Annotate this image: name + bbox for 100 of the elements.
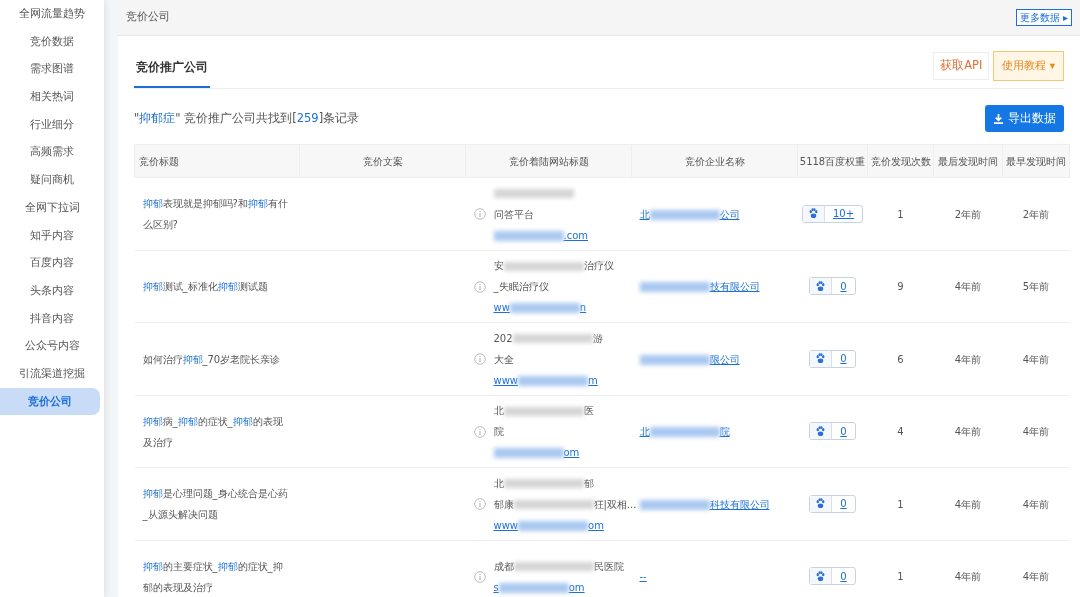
table-cell: 6 <box>867 322 934 396</box>
table-cell: 9 <box>867 250 934 323</box>
sidebar-item[interactable]: 竞价公司 <box>0 387 100 416</box>
column-header: 5118百度权重 <box>797 144 868 178</box>
landing-title: 问答平台 <box>493 208 534 220</box>
info-icon[interactable] <box>473 425 486 438</box>
weight-badge[interactable]: 0 <box>809 567 856 586</box>
landing-title: 大全 <box>493 353 514 365</box>
tab[interactable]: 竞价推广公司 <box>134 44 210 88</box>
redaction-mark <box>639 282 710 292</box>
paw-icon <box>815 570 827 582</box>
redaction-mark <box>639 499 710 510</box>
info-icon[interactable] <box>473 353 486 365</box>
weight-badge[interactable]: 0 <box>809 422 856 441</box>
sidebar-item[interactable]: 抖音内容 <box>0 304 104 333</box>
info-icon[interactable] <box>473 208 486 220</box>
info-icon[interactable] <box>473 570 486 583</box>
landing-url[interactable]: s <box>493 581 499 593</box>
paw-icon <box>815 353 827 365</box>
company-link[interactable]: 北 <box>639 426 650 437</box>
company-link[interactable]: 限公司 <box>709 353 740 365</box>
sidebar-item[interactable]: 百度内容 <box>0 249 104 277</box>
company-link[interactable]: 技有限公司 <box>709 281 760 292</box>
column-header: 最后发现时间 <box>933 144 1003 178</box>
sidebar-item[interactable]: 全网流量趋势 <box>0 0 104 28</box>
sidebar-item[interactable]: 公众号内容 <box>0 332 104 360</box>
sidebar-item[interactable]: 需求图谱 <box>0 55 104 84</box>
info-icon[interactable] <box>473 280 486 293</box>
download-icon <box>993 113 1004 125</box>
weight-badge[interactable]: 0 <box>809 494 856 513</box>
table-cell: 2年前 <box>1002 177 1070 251</box>
weight-badge[interactable]: 10+ <box>801 204 864 223</box>
landing-title: 治疗仪 <box>583 260 614 271</box>
landing-title: 北 <box>493 405 504 416</box>
redaction-mark <box>493 448 564 458</box>
landing-url[interactable]: m <box>588 374 598 386</box>
table-cell: 4 <box>867 395 934 468</box>
sidebar-item[interactable]: 相关热词 <box>0 83 104 111</box>
sidebar-item[interactable]: 引流渠道挖掘 <box>0 359 104 388</box>
landing-title: 安 <box>493 260 504 271</box>
weight-badge[interactable]: 0 <box>809 349 856 368</box>
landing-url[interactable]: n <box>579 302 587 313</box>
landing-title: 郁康 <box>493 498 514 510</box>
table-cell: 1 <box>867 177 934 251</box>
table-cell: 如何治疗抑郁_70岁老院长亲诊 <box>134 322 300 396</box>
sidebar-item[interactable]: 行业细分 <box>0 110 104 139</box>
landing-url[interactable]: om <box>563 447 580 458</box>
company-link[interactable]: 公司 <box>719 208 740 220</box>
redaction-mark <box>509 303 580 313</box>
landing-title: 院 <box>493 426 504 437</box>
get-api-button[interactable]: 获取API <box>933 52 990 80</box>
landing-title: 游 <box>592 332 603 344</box>
landing-url[interactable]: www <box>493 374 519 386</box>
redaction-mark <box>498 582 569 593</box>
table-cell: 抑郁表现就是抑郁吗?和抑郁有什么区别? <box>134 177 300 251</box>
table-cell: 抑郁是心理问题_身心统合是心药_从源头解决问题 <box>134 467 300 541</box>
column-header: 最早发现时间 <box>1002 144 1070 178</box>
landing-url[interactable]: .com <box>563 229 589 241</box>
paw-icon <box>815 425 827 437</box>
landing-title: 成都 <box>493 560 514 572</box>
table-cell: 4年前 <box>933 250 1003 323</box>
sidebar-item[interactable]: 疑问商机 <box>0 166 104 194</box>
column-header: 竞价发现次数 <box>867 144 934 178</box>
column-header: 竞价文案 <box>299 144 466 178</box>
company-link[interactable]: 院 <box>719 426 730 437</box>
redaction-mark <box>649 209 720 220</box>
landing-title: 北 <box>493 477 504 489</box>
table-cell: 4年前 <box>933 540 1003 597</box>
table-cell: 抑郁的主要症状_抑郁的症状_抑郁的表现及治疗 <box>134 540 300 597</box>
export-data-button[interactable]: 导出数据 <box>985 105 1064 133</box>
sidebar-item[interactable]: 头条内容 <box>0 276 104 305</box>
table-cell: 4年前 <box>933 322 1003 396</box>
redaction-mark <box>518 520 589 531</box>
landing-title: _失眠治疗仪 <box>493 281 549 292</box>
company-link[interactable]: -- <box>639 571 647 582</box>
landing-url[interactable]: ww <box>493 302 510 313</box>
paw-icon <box>815 498 827 510</box>
sidebar-item[interactable]: 全网下拉词 <box>0 193 104 222</box>
landing-title: 民医院 <box>593 560 624 572</box>
table-cell: 抑郁病_抑郁的症状_抑郁的表现及治疗 <box>134 395 300 468</box>
landing-url[interactable]: om <box>588 519 604 531</box>
sidebar-item[interactable]: 竞价数据 <box>0 27 104 56</box>
paw-icon <box>815 280 827 292</box>
redaction-mark <box>649 427 720 437</box>
paw-icon <box>807 208 819 220</box>
column-header: 竞价企业名称 <box>631 144 798 178</box>
result-summary: "抑郁症" 竞价推广公司共找到[259]条记录 <box>134 110 360 127</box>
info-icon[interactable] <box>473 498 486 510</box>
company-link[interactable]: 科技有限公司 <box>709 498 770 510</box>
sidebar-item[interactable]: 知乎内容 <box>0 221 104 250</box>
landing-url[interactable]: www <box>493 519 519 531</box>
sidebar-item[interactable]: 高频需求 <box>0 138 104 167</box>
table-cell: 1 <box>867 467 934 541</box>
page-title: 竞价公司 <box>126 9 170 26</box>
weight-badge[interactable]: 0 <box>809 277 856 296</box>
landing-url[interactable]: om <box>568 581 585 593</box>
table-cell: 抑郁测试_标准化抑郁测试题 <box>134 250 300 323</box>
more-data-button[interactable]: 更多数据 ▸ <box>1015 9 1072 26</box>
company-link[interactable]: 北 <box>639 208 650 220</box>
column-header: 竞价标题 <box>134 144 300 178</box>
